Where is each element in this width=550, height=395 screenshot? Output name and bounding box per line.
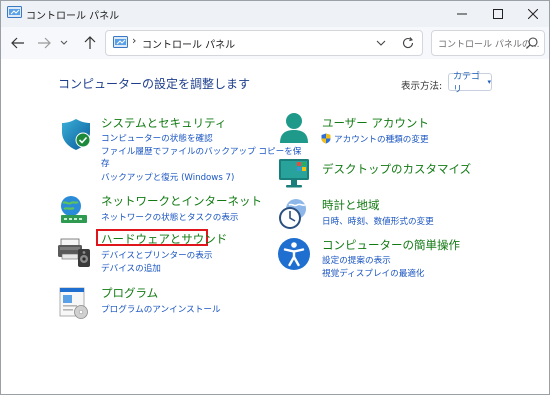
link-settings-suggestions[interactable]: 設定の提案の表示 [322,254,391,266]
programs-icon[interactable] [57,286,91,320]
link-backup-restore[interactable]: バックアップと復元 (Windows 7) [101,171,234,183]
close-icon [528,9,538,19]
category-clock-region[interactable]: 時計と地域 [322,197,380,213]
shield-icon[interactable] [59,117,93,151]
uac-shield-icon [321,133,331,144]
chevron-down-icon [60,40,68,45]
caret-down-icon: ▾ [487,78,491,86]
category-hardware-sound[interactable]: ハードウェアとサウンド [101,231,227,247]
maximize-icon [493,9,503,19]
control-panel-icon [7,6,22,18]
category-system-security[interactable]: システムとセキュリティ [101,115,226,131]
link-devices-printers[interactable]: デバイスとプリンターの表示 [101,249,212,261]
minimize-icon [457,13,467,15]
category-network-internet[interactable]: ネットワークとインターネット [101,193,262,209]
refresh-icon[interactable] [400,35,416,51]
window-title: コントロール パネル [26,11,120,22]
link-file-history-backup-cont[interactable]: 存 [101,157,110,169]
up-button[interactable] [79,33,101,53]
navigation-bar: › コントロール パネル コントロール パネルの... [1,27,549,59]
page-heading: コンピューターの設定を調整します [58,77,251,91]
close-button[interactable] [513,1,549,27]
link-change-account-type[interactable]: アカウントの種類の変更 [334,133,429,145]
category-ease-of-access[interactable]: コンピューターの簡単操作 [322,237,460,253]
accessibility-icon[interactable] [277,237,311,271]
category-user-accounts[interactable]: ユーザー アカウント [322,115,429,131]
search-box[interactable]: コントロール パネルの... [431,30,545,56]
search-icon [526,37,538,49]
category-appearance-personalization[interactable]: デスクトップのカスタマイズ [322,161,471,177]
title-bar: コントロール パネル [1,1,549,27]
link-add-device[interactable]: デバイスの追加 [101,262,161,274]
control-panel-window: コントロール パネル › コントロール パネル コントロール パネルの... コ… [0,0,550,395]
monitor-icon[interactable] [277,156,311,190]
arrow-left-icon [11,37,24,49]
address-bar[interactable]: › コントロール パネル [105,30,423,56]
arrow-up-icon [84,36,96,49]
link-optimize-visual-display[interactable]: 視覚ディスプレイの最適化 [322,267,425,279]
view-by-value: カテゴリ [453,72,481,95]
view-by-label: 表示方法: [401,81,443,92]
back-button[interactable] [7,33,29,53]
link-file-history-backup[interactable]: ファイル履歴でファイルのバックアップ コピーを保 [101,145,301,157]
view-by-dropdown[interactable]: カテゴリ ▾ [448,72,492,95]
link-date-time-format[interactable]: 日時、時刻、数値形式の変更 [322,215,434,227]
breadcrumb-separator: › [132,34,137,47]
network-globe-icon[interactable] [57,194,91,228]
user-icon[interactable] [277,111,311,145]
link-check-computer-status[interactable]: コンピューターの状態を確認 [101,132,213,144]
maximize-button[interactable] [478,1,518,27]
link-uninstall-program[interactable]: プログラムのアンインストール [101,303,221,315]
forward-button[interactable] [33,33,55,53]
arrow-right-icon [38,37,51,49]
recent-locations-button[interactable] [57,33,71,53]
printer-speaker-icon[interactable] [57,235,91,269]
clock-globe-icon[interactable] [277,197,311,231]
control-panel-icon [113,36,128,48]
category-programs[interactable]: プログラム [101,285,158,301]
link-network-status[interactable]: ネットワークの状態とタスクの表示 [101,211,239,223]
breadcrumb-control-panel[interactable]: コントロール パネル [142,36,235,51]
chevron-down-icon[interactable] [374,36,388,50]
minimize-button[interactable] [442,1,482,27]
